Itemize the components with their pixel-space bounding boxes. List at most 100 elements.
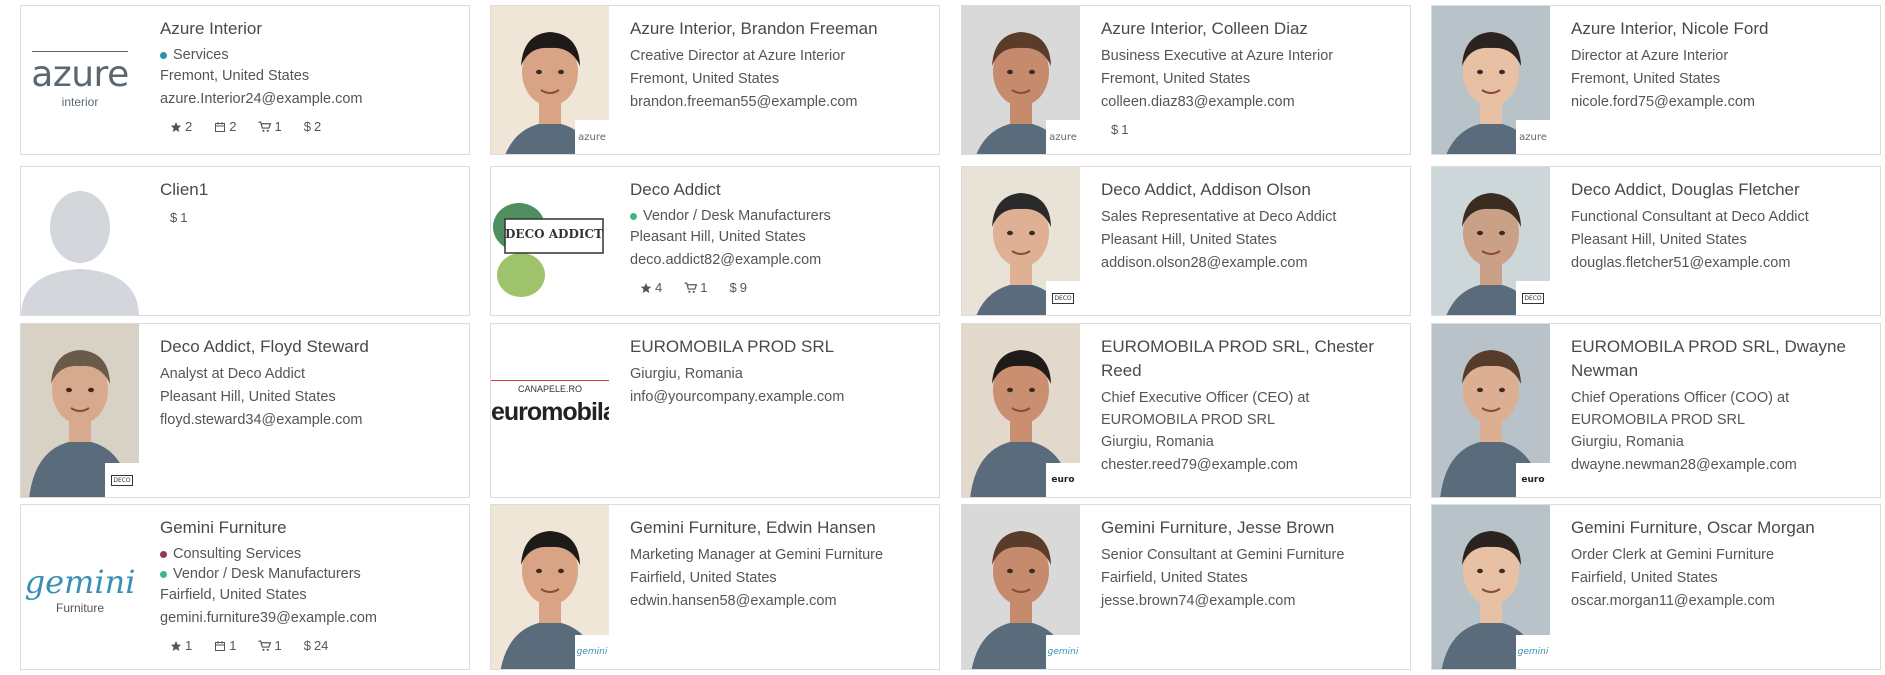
contact-info: EUROMOBILA PROD SRL, Chester Reed Chief E… (1101, 335, 1400, 477)
stat-star[interactable]: 2 (170, 119, 192, 134)
contact-name: Deco Addict (630, 180, 721, 199)
contact-card[interactable]: azure interior Azure Interior Services Fremo… (20, 5, 470, 155)
contact-card[interactable]: gemini Gemini Furniture, Oscar Morgan Orde… (1431, 504, 1881, 670)
contact-name: Gemini Furniture, Oscar Morgan (1571, 518, 1815, 537)
stat-count: 1 (180, 210, 188, 225)
contact-name: Gemini Furniture, Jesse Brown (1101, 518, 1335, 537)
contact-card[interactable]: euro EUROMOBILA PROD SRL, Dwayne Newman Ch… (1431, 323, 1881, 498)
contact-detail: Giurgiu, Romania (630, 366, 743, 382)
contact-card[interactable]: DECO Deco Addict, Addison Olson Sales Repr… (961, 166, 1411, 316)
calendar-icon (214, 121, 229, 133)
contact-detail: oscar.morgan11@example.com (1571, 593, 1775, 609)
category-label: Vendor / Desk Manufacturers (643, 208, 831, 224)
company-logo: euro (1046, 463, 1080, 497)
contact-info: Deco Addict, Floyd Steward Analyst at Dec… (160, 335, 459, 432)
contact-detail: Fremont, United States (630, 71, 780, 87)
contact-card[interactable]: gemini Gemini Furniture, Edwin Hansen Mark… (490, 504, 940, 670)
category-tag: Vendor / Desk Manufacturers (630, 206, 929, 226)
star-icon (170, 640, 185, 652)
contact-detail: Chief Executive Officer (CEO) at EUROMOB… (1101, 390, 1310, 428)
contact-name: Azure Interior, Colleen Diaz (1101, 19, 1308, 38)
stat-dollar[interactable]: $2 (304, 119, 321, 134)
stat-cal[interactable]: 1 (214, 638, 236, 653)
contact-image: gemini (491, 505, 609, 669)
contact-info: Deco Addict Vendor / Desk Manufacturers Pl… (630, 178, 929, 295)
stat-cal[interactable]: 2 (214, 119, 236, 134)
contact-info: Deco Addict, Addison Olson Sales Represen… (1101, 178, 1400, 275)
contact-info: EUROMOBILA PROD SRL, Dwayne Newman Chief … (1571, 335, 1870, 477)
contact-detail: floyd.steward34@example.com (160, 412, 363, 428)
contact-card[interactable]: gemini Gemini Furniture, Jesse Brown Senio… (961, 504, 1411, 670)
contact-image: gemini (1432, 505, 1550, 669)
category-dot (160, 550, 167, 558)
contact-name: Deco Addict, Floyd Steward (160, 337, 369, 356)
contact-info: Azure Interior, Nicole Ford Director at A… (1571, 17, 1870, 114)
contact-detail: Order Clerk at Gemini Furniture (1571, 547, 1775, 563)
stat-dollar[interactable]: $1 (170, 210, 187, 225)
contact-image: DECO (1432, 167, 1550, 315)
contact-info: Azure Interior, Brandon Freeman Creative … (630, 17, 929, 114)
stat-count: 2 (313, 119, 322, 134)
logo-text: gemini (24, 563, 136, 601)
contact-detail: info@yourcompany.example.com (630, 389, 845, 405)
category-dot (160, 570, 167, 578)
contact-card[interactable]: azure Azure Interior, Colleen Diaz Busines… (961, 5, 1411, 155)
contact-detail: Creative Director at Azure Interior (630, 48, 846, 64)
contact-info: Clien1 $1 (160, 178, 459, 225)
contact-card[interactable]: azure Azure Interior, Brandon Freeman Crea… (490, 5, 940, 155)
stat-dollar[interactable]: $1 (1111, 122, 1128, 137)
cart-icon (258, 640, 274, 652)
contact-detail: azure.Interior24@example.com (160, 91, 363, 107)
contact-image: DECO (962, 167, 1080, 315)
dollar-icon: $ (303, 638, 311, 653)
dollar-icon: $ (170, 210, 178, 225)
contact-image: gemini Furniture (21, 505, 139, 669)
contact-detail: jesse.brown74@example.com (1101, 593, 1296, 609)
category-tag: Consulting Services (160, 544, 459, 564)
contact-card[interactable]: CANAPELE.RO euromobila EUROMOBILA PROD SRL… (490, 323, 940, 498)
contact-name: Azure Interior, Nicole Ford (1571, 19, 1769, 38)
cart-icon (684, 282, 700, 294)
logo-text: euromobila (491, 398, 609, 426)
contact-detail: Fremont, United States (1101, 71, 1251, 87)
category-label: Services (173, 47, 229, 63)
contact-image: azure interior (21, 6, 139, 154)
contact-detail: Fremont, United States (160, 68, 310, 84)
stat-star[interactable]: 4 (640, 280, 662, 295)
stat-count: 1 (274, 638, 282, 653)
contact-name: Deco Addict, Addison Olson (1101, 180, 1311, 199)
stat-star[interactable]: 1 (170, 638, 192, 653)
cart-icon (258, 121, 274, 133)
stat-count: 1 (700, 280, 708, 295)
contact-card[interactable]: DECO Deco Addict, Douglas Fletcher Functio… (1431, 166, 1881, 316)
contact-card[interactable]: azure Azure Interior, Nicole Ford Director… (1431, 5, 1881, 155)
contact-info: Gemini Furniture, Jesse Brown Senior Cons… (1101, 516, 1400, 613)
contact-detail: Fairfield, United States (1101, 570, 1248, 586)
logo-subtext: interior (61, 95, 99, 109)
activity-stats: 1 1 1 $24 (160, 638, 459, 653)
contact-card[interactable]: DECO ADDICT Deco Addict Vendor / Desk Manu… (490, 166, 940, 316)
star-icon (640, 282, 655, 294)
stat-cart[interactable]: 1 (258, 119, 282, 134)
logo-text: azure (31, 54, 129, 95)
contact-info: Azure Interior, Colleen Diaz Business Exe… (1101, 17, 1400, 137)
company-logo: gemini (1046, 635, 1080, 669)
stat-dollar[interactable]: $24 (304, 638, 329, 653)
stat-cart[interactable]: 1 (684, 280, 707, 295)
stat-count: 2 (229, 119, 237, 134)
contact-detail: nicole.ford75@example.com (1571, 94, 1755, 110)
contact-card[interactable]: euro EUROMOBILA PROD SRL, Chester Reed Chi… (961, 323, 1411, 498)
contact-card[interactable]: DECO Deco Addict, Floyd Steward Analyst at… (20, 323, 470, 498)
logo-subtext: CANAPELE.RO (517, 384, 583, 394)
stat-dollar[interactable]: $9 (729, 280, 746, 295)
contact-card[interactable]: Clien1 $1 (20, 166, 470, 316)
contact-detail: Chief Operations Officer (COO) at EUROMO… (1571, 390, 1790, 428)
contact-name: EUROMOBILA PROD SRL (630, 337, 835, 356)
contact-name: Deco Addict, Douglas Fletcher (1571, 180, 1800, 199)
contact-info: Gemini Furniture, Edwin Hansen Marketing … (630, 516, 929, 613)
stat-cart[interactable]: 1 (258, 638, 282, 653)
category-label: Consulting Services (173, 546, 302, 562)
company-logo: DECO (105, 463, 139, 497)
stat-count: 4 (655, 280, 663, 295)
contact-card[interactable]: gemini Furniture Gemini Furniture Consultin… (20, 504, 470, 670)
